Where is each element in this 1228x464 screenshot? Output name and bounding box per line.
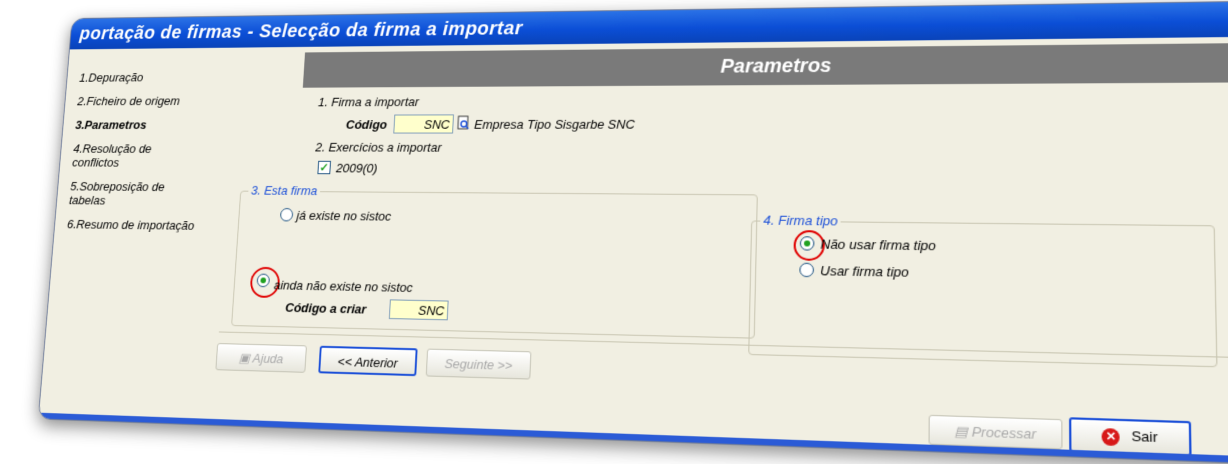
panel-header: Parametros bbox=[302, 43, 1228, 88]
anterior-button[interactable]: << Anterior bbox=[318, 345, 418, 377]
option-ainda-nao-existe-label: ainda não existe no sistoc bbox=[273, 277, 414, 295]
step-parametros[interactable]: 3.Parametros bbox=[75, 118, 242, 132]
codigo-criar-input[interactable]: SNC bbox=[388, 299, 449, 321]
step-resolucao-conflictos[interactable]: 4.Resolução de conflictos bbox=[72, 142, 170, 170]
step-sobreposicao-tabelas[interactable]: 5.Sobreposição de tabelas bbox=[69, 179, 184, 208]
exercicios-label: 2. Exercícios a importar bbox=[314, 140, 442, 155]
save-icon: ▤ bbox=[954, 423, 972, 440]
codigo-label: Código bbox=[345, 117, 388, 132]
lookup-icon[interactable] bbox=[457, 115, 471, 130]
step-ficheiro-origem[interactable]: 2.Ficheiro de origem bbox=[77, 94, 244, 108]
step-depuracao[interactable]: 1.Depuração bbox=[79, 70, 245, 84]
esta-firma-title: 3. Esta firma bbox=[247, 183, 321, 198]
step-resumo-importacao[interactable]: 6.Resumo de importação bbox=[67, 217, 235, 233]
option-ja-existe-label: já existe no sistoc bbox=[296, 208, 392, 224]
processar-button[interactable]: ▤ Processar bbox=[928, 414, 1063, 450]
help-icon: ▣ bbox=[238, 350, 254, 366]
close-icon: ✕ bbox=[1102, 428, 1121, 447]
processar-label: Processar bbox=[971, 423, 1037, 443]
option-nao-usar-label: Não usar firma tipo bbox=[820, 236, 936, 254]
wizard-steps: 1.Depuração 2.Ficheiro de origem 3.Param… bbox=[66, 70, 245, 244]
sair-label: Sair bbox=[1131, 427, 1158, 446]
exercicio-checkbox[interactable]: ✓ bbox=[317, 160, 331, 175]
seguinte-button[interactable]: Seguinte >> bbox=[425, 348, 532, 380]
codigo-input[interactable]: SNC bbox=[393, 114, 454, 134]
codigo-criar-label: Código a criar bbox=[284, 300, 367, 317]
import-wizard-window: portação de firmas - Selecção da firma a… bbox=[37, 0, 1228, 464]
firma-name: Empresa Tipo Sisgarbe SNC bbox=[473, 116, 635, 132]
ajuda-button[interactable]: ▣ Ajuda bbox=[215, 343, 307, 373]
anterior-label: << Anterior bbox=[337, 354, 399, 371]
firma-tipo-title: 4. Firma tipo bbox=[760, 212, 841, 229]
option-usar-label: Usar firma tipo bbox=[820, 262, 909, 280]
seguinte-label: Seguinte >> bbox=[444, 356, 513, 373]
ajuda-label: Ajuda bbox=[252, 350, 284, 367]
firma-importar-label: 1. Firma a importar bbox=[317, 94, 420, 110]
window-title: portação de firmas - Selecção da firma a… bbox=[69, 1, 1228, 50]
exercicio-item-label: 2009(0) bbox=[335, 160, 378, 176]
